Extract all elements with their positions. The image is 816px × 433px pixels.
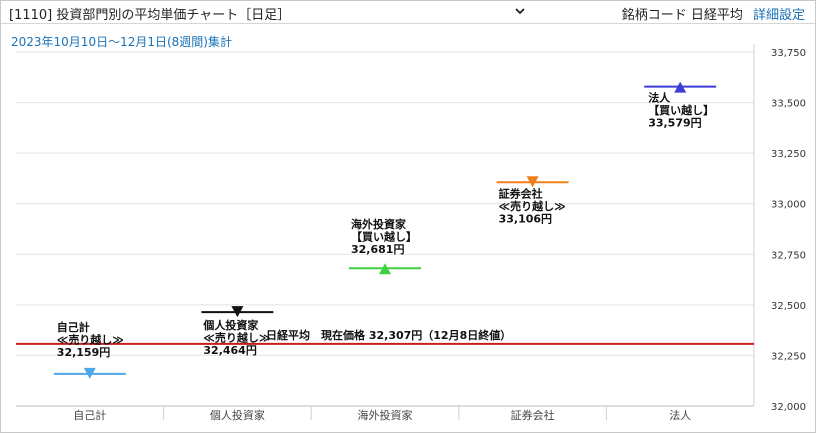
y-tick-label: 33,750 [771,48,806,59]
category-label: 海外投資家 [358,408,413,422]
point-label: 32,159円 [57,346,110,359]
y-tick-label: 33,250 [771,149,806,160]
point-label: ≪売り越し≫ [499,199,566,213]
y-tick-label: 33,000 [771,200,806,211]
point-label: 【買い越し】 [648,103,714,117]
point-label: 証券会社 [499,186,543,200]
category-label: 個人投資家 [210,408,265,422]
category-label: 証券会社 [511,408,555,422]
point-label: ≪売り越し≫ [203,331,270,345]
point-label: 海外投資家 [351,217,407,231]
point-label: 法人 [648,91,671,105]
point-label: 33,106円 [499,212,552,225]
point-label: 32,681円 [351,243,404,256]
point-label: 自己計 [57,320,90,334]
point-label: 個人投資家 [202,318,259,332]
average-price-chart: 32,000 32,250 32,500 32,750 33,000 33,250 33,5… [16,44,806,422]
y-tick-label: 32,000 [771,402,806,413]
point-label: 33,579円 [648,117,701,130]
category-label: 法人 [669,408,691,422]
y-tick-label: 32,500 [771,301,806,312]
category-label: 自己計 [73,408,106,422]
y-tick-label: 32,750 [771,250,806,261]
y-tick-label: 33,500 [771,99,806,110]
point-label: 【買い越し】 [351,230,417,244]
point-label: 32,464円 [203,344,256,357]
point-label: ≪売り越し≫ [57,332,124,346]
y-tick-label: 32,250 [771,351,806,362]
reference-line-label: 日経平均 現在価格 32,307円（12月8日終値） [266,328,511,342]
